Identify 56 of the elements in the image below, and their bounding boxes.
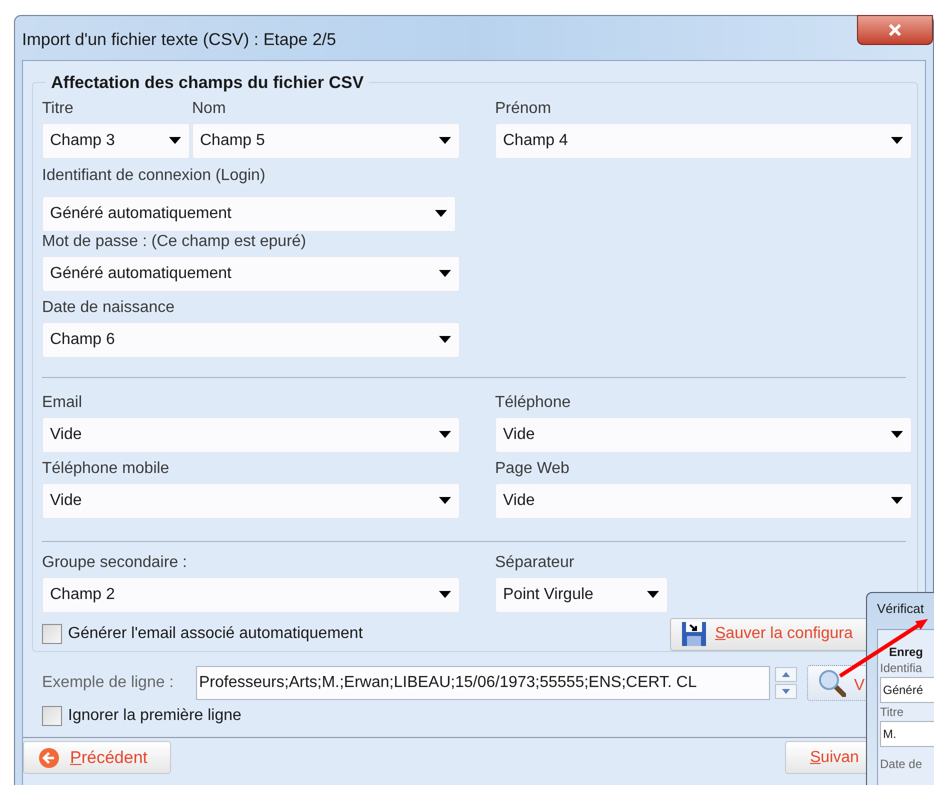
dropdown-caret-icon (891, 497, 903, 504)
dropdown-caret-icon (439, 497, 451, 504)
dropdown[interactable]: Point Virgule (495, 576, 668, 612)
spinner[interactable] (775, 667, 797, 699)
dropdown[interactable]: Champ 6 (42, 322, 460, 358)
field-label: Identifiant de connexion (Login) (42, 166, 266, 186)
dropdown-caret-icon (439, 591, 451, 598)
field-label: Téléphone (495, 392, 572, 412)
field-label: Date de (880, 756, 924, 773)
dropdown-caret-icon (439, 336, 451, 343)
checkbox[interactable] (42, 624, 62, 644)
field-label: Mot de passe : (Ce champ est epuré) (42, 232, 308, 252)
field-label: Téléphone mobile (42, 458, 170, 478)
text-field[interactable]: M. (880, 721, 934, 747)
dropdown-caret-icon (439, 431, 451, 438)
checkbox-label: Générer l'email associé automatiquement (68, 624, 363, 644)
dropdown[interactable]: Généré automatiquement (42, 196, 456, 232)
dropdown[interactable]: Champ 3 (42, 122, 190, 158)
checkbox[interactable] (42, 706, 62, 726)
dropdown-caret-icon (891, 137, 903, 144)
field-label: Groupe secondaire : (42, 552, 188, 572)
dropdown-caret-icon (439, 137, 451, 144)
close-icon (888, 24, 902, 36)
field-label: Prénom (495, 98, 552, 118)
dropdown-caret-icon (169, 137, 181, 144)
group-title: Affectation des champs du fichier CSV (50, 72, 365, 94)
sample-line-field[interactable]: Professeurs;Arts;M.;Erwan;LIBEAU;15/06/1973;55555;ENS;CERT. CL (196, 666, 770, 700)
dropdown-caret-icon (439, 270, 451, 277)
previous-button[interactable]: Précédent (23, 741, 171, 774)
field-label: Nom (192, 98, 227, 118)
dropdown[interactable]: Généré automatiquement (42, 256, 460, 292)
window-title: Import d'un fichier texte (CSV) : Etape 2/5 (22, 29, 336, 51)
dropdown[interactable]: Champ 2 (42, 576, 460, 612)
window-title: Vérificat (877, 601, 925, 617)
sample-line-label: Exemple de ligne : (42, 673, 175, 693)
field-label: Page Web (495, 458, 570, 478)
dropdown[interactable]: Vide (495, 416, 912, 452)
checkbox-label: Ignorer la première ligne (68, 706, 242, 726)
field-label: Séparateur (495, 552, 576, 572)
field-label: Date de naissance (42, 298, 176, 318)
dropdown[interactable]: Vide (42, 416, 460, 452)
magnifier-icon (818, 669, 846, 697)
dropdown-caret-icon (435, 210, 447, 217)
field-label: Email (42, 392, 84, 412)
dropdown[interactable]: Vide (495, 482, 912, 518)
field-label: Titre (42, 98, 74, 118)
close-button[interactable] (857, 15, 933, 45)
field-label: Titre (880, 704, 905, 721)
dropdown-caret-icon (891, 431, 903, 438)
up-arrow-icon (782, 672, 790, 677)
dropdown[interactable]: Champ 4 (495, 122, 912, 158)
dropdown[interactable]: Champ 5 (192, 122, 460, 158)
down-arrow-icon (782, 689, 790, 694)
dropdown[interactable]: Vide (42, 482, 460, 518)
dropdown-caret-icon (647, 591, 659, 598)
text-field[interactable]: Généré (880, 677, 934, 703)
